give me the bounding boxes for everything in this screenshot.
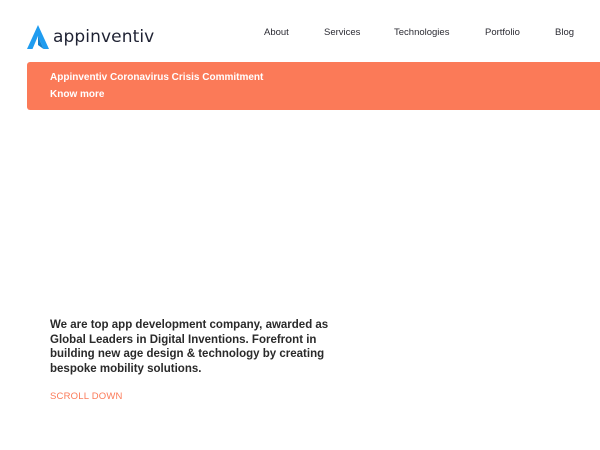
announcement-banner: Appinventiv Coronavirus Crisis Commitmen… <box>27 62 600 110</box>
appinventiv-logo-icon <box>27 25 49 49</box>
banner-title: Appinventiv Coronavirus Crisis Commitmen… <box>50 72 264 83</box>
brand-logo-link[interactable]: appinventiv <box>27 24 154 50</box>
nav-item-blog[interactable]: Blog <box>555 27 574 38</box>
scroll-down-link[interactable]: SCROLL DOWN <box>50 391 123 402</box>
nav-item-portfolio[interactable]: Portfolio <box>485 27 520 38</box>
page: appinventiv About Services Technologies … <box>0 0 600 450</box>
know-more-link[interactable]: Know more <box>50 89 104 100</box>
nav-item-services[interactable]: Services <box>324 27 360 38</box>
nav-item-technologies[interactable]: Technologies <box>394 27 449 38</box>
brand-name: appinventiv <box>53 27 155 47</box>
site-header: appinventiv About Services Technologies … <box>0 0 600 62</box>
hero-description: We are top app development company, awar… <box>50 319 329 375</box>
nav-item-about[interactable]: About <box>264 27 289 38</box>
